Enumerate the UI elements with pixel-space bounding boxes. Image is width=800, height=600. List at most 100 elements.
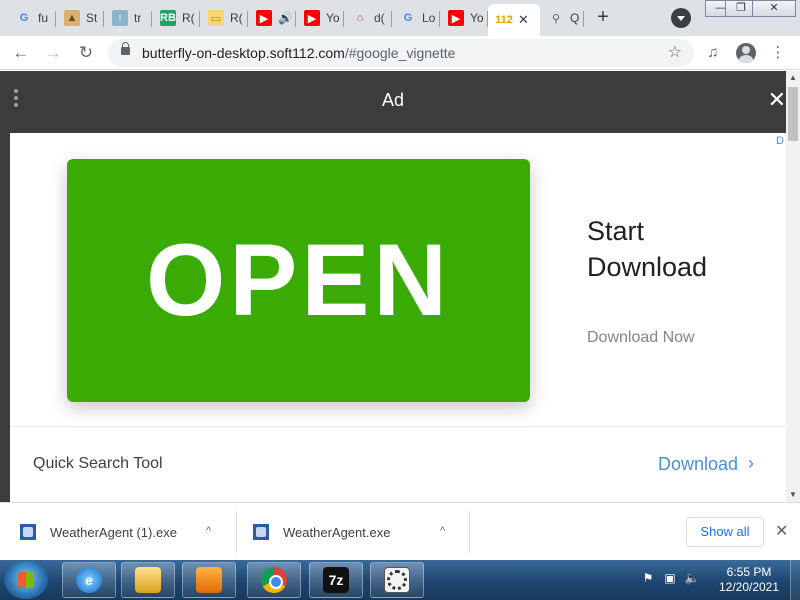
- chrome-icon: [261, 567, 287, 593]
- taskbar-chrome[interactable]: [247, 562, 301, 598]
- tab-title: R(: [230, 11, 243, 25]
- tab-title: fu: [38, 11, 49, 25]
- chevron-right-icon[interactable]: ›: [748, 453, 754, 474]
- bookmark-star-icon[interactable]: ☆: [668, 42, 682, 62]
- download-now-link[interactable]: Download Now: [587, 329, 695, 347]
- tab-11[interactable]: ⚲ Q: [540, 4, 584, 32]
- scroll-down-arrow[interactable]: ▼: [786, 488, 800, 502]
- tab-7[interactable]: ⌂ d(: [344, 4, 392, 32]
- browser-toolbar: ← → ↻ butterfly-on-desktop.soft112.com/#…: [0, 36, 800, 70]
- internet-explorer-icon: e: [76, 567, 102, 593]
- back-button[interactable]: ←: [9, 41, 33, 65]
- youtube-icon: ▶: [256, 10, 272, 26]
- media-center-icon: [196, 567, 222, 593]
- url-host: butterfly-on-desktop.soft112.com: [142, 45, 345, 61]
- weather-agent-icon: [384, 567, 410, 593]
- ad-close-button[interactable]: ✕: [768, 87, 786, 113]
- taskbar-media-center[interactable]: [182, 562, 236, 598]
- tab-3[interactable]: RB R(: [152, 4, 200, 32]
- show-all-button[interactable]: Show all: [686, 517, 764, 547]
- tab-2[interactable]: ↑ tr: [104, 4, 152, 32]
- scroll-up-arrow[interactable]: ▲: [786, 71, 800, 85]
- youtube-icon: ▶: [304, 10, 320, 26]
- bookmark-folder-icon: ▭: [208, 10, 224, 26]
- download-link[interactable]: Download: [658, 454, 738, 475]
- tab-9[interactable]: ▶ Yo: [440, 4, 488, 32]
- download-item[interactable]: WeatherAgent (1).exe ^: [20, 511, 234, 553]
- reload-button[interactable]: ↻: [74, 41, 98, 65]
- download-filename: WeatherAgent.exe: [283, 524, 391, 540]
- media-control-icon[interactable]: ♫: [703, 43, 723, 63]
- lock-icon[interactable]: [121, 42, 130, 55]
- tab-10[interactable]: 112 ✕: [488, 4, 540, 36]
- youtube-icon: ▶: [448, 10, 464, 26]
- taskbar-file-explorer[interactable]: [121, 562, 175, 598]
- tab-4[interactable]: ▭ R(: [200, 4, 248, 32]
- ad-headline[interactable]: Start Download: [587, 213, 767, 285]
- tab-title: Yo: [470, 11, 484, 25]
- chevron-up-icon[interactable]: ^: [206, 525, 211, 537]
- shelf-separator: [469, 511, 470, 553]
- ad-divider: [10, 426, 786, 427]
- search-icon: ⚲: [551, 12, 561, 25]
- forward-button[interactable]: →: [41, 41, 65, 65]
- scroll-thumb[interactable]: [788, 87, 798, 141]
- store-icon: ⌂: [356, 12, 364, 24]
- show-desktop-button[interactable]: [790, 560, 800, 600]
- tab-title: tr: [134, 11, 142, 25]
- open-button-label: OPEN: [145, 223, 452, 337]
- clock-date: 12/20/2021: [718, 580, 780, 594]
- browser-menu-button[interactable]: ⋮: [768, 43, 788, 63]
- tab-title: R(: [182, 11, 195, 25]
- ad-header-bar: Ad ✕: [0, 71, 786, 133]
- adchoices-icon[interactable]: D: [776, 135, 784, 147]
- profile-avatar[interactable]: [736, 43, 756, 63]
- open-button[interactable]: OPEN: [67, 159, 530, 402]
- tab-title: St: [86, 11, 98, 25]
- tab-8[interactable]: G Lo: [392, 4, 440, 32]
- volume-icon[interactable]: 🔈: [684, 570, 700, 586]
- exe-file-icon: [253, 524, 269, 540]
- shelf-separator: [236, 511, 237, 553]
- tab-title: d(: [374, 11, 385, 25]
- download-filename: WeatherAgent (1).exe: [50, 524, 177, 540]
- tab-title: Lo: [422, 11, 436, 25]
- close-shelf-button[interactable]: ✕: [775, 521, 788, 541]
- upload-icon: ↑: [112, 10, 128, 26]
- tab-close-icon[interactable]: ✕: [518, 12, 529, 28]
- url-path: /#google_vignette: [344, 45, 456, 61]
- network-icon[interactable]: ▣: [662, 570, 678, 586]
- new-tab-button[interactable]: +: [591, 6, 615, 30]
- tab-0[interactable]: Gfu: [8, 4, 56, 32]
- taskbar: e 7z ⚑ ▣ 🔈 6:55 PM 12/20/2021: [0, 560, 800, 600]
- tab-separator: [583, 11, 584, 27]
- taskbar-internet-explorer[interactable]: e: [62, 562, 116, 598]
- action-center-icon[interactable]: ⚑: [640, 570, 656, 586]
- tab-title: Q: [570, 11, 580, 25]
- soft112-icon: 112: [495, 14, 513, 26]
- google-icon: G: [403, 12, 413, 24]
- download-item[interactable]: WeatherAgent.exe ^: [253, 511, 467, 553]
- taskbar-7zip[interactable]: 7z: [309, 562, 363, 598]
- ad-label: Ad: [381, 90, 405, 110]
- tab-title: Yo: [326, 11, 340, 25]
- google-icon: G: [19, 12, 29, 24]
- quick-search-tool-label[interactable]: Quick Search Tool: [33, 455, 163, 473]
- address-bar[interactable]: butterfly-on-desktop.soft112.com/#google…: [108, 39, 694, 67]
- start-button[interactable]: [4, 561, 48, 599]
- chevron-up-icon[interactable]: ^: [440, 525, 445, 537]
- system-clock[interactable]: 6:55 PM 12/20/2021: [712, 565, 786, 595]
- tab-title: 🔊: [278, 11, 293, 25]
- ad-left-frame: [0, 133, 10, 502]
- tab-1[interactable]: ▲ St: [56, 4, 104, 32]
- tab-6[interactable]: ▶ Yo: [296, 4, 344, 32]
- close-window-button[interactable]: ✕: [752, 0, 796, 17]
- tab-search-button[interactable]: [671, 8, 691, 28]
- tab-strip: Gfu ▲ St ↑ tr RB R(▭ R(▶ 🔊 ▶ Yo ⌂ d(G Lo ▶ Yo 112 ✕ ⚲ Q + —…: [0, 0, 800, 36]
- ad-content: D OPEN Start Download Download Now Quick…: [10, 133, 786, 502]
- tab-5[interactable]: ▶ 🔊: [248, 4, 296, 32]
- vertical-scrollbar[interactable]: ▲ ▼: [786, 71, 800, 502]
- url-text[interactable]: butterfly-on-desktop.soft112.com/#google…: [142, 45, 455, 61]
- download-shelf: WeatherAgent (1).exe ^ WeatherAgent.exe …: [0, 502, 800, 560]
- taskbar-weather-agent[interactable]: [370, 562, 424, 598]
